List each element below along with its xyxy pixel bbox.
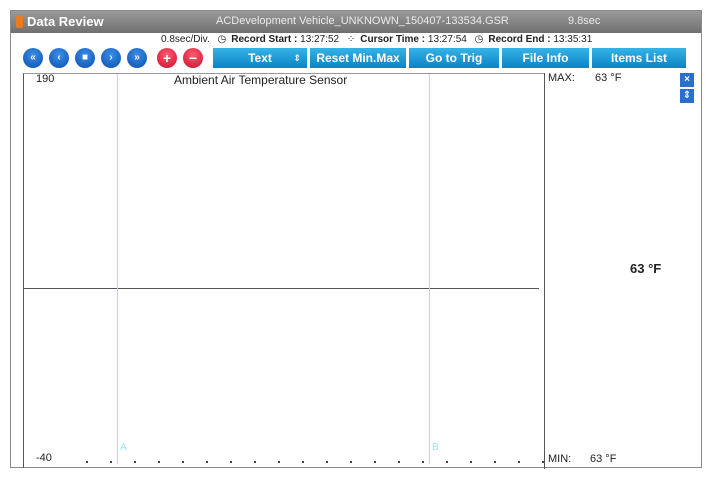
x-axis-tick <box>206 461 208 463</box>
close-icon[interactable]: × <box>680 73 694 87</box>
x-axis-tick <box>182 461 184 463</box>
app-logo-icon <box>16 16 23 28</box>
x-axis-tick <box>350 461 352 463</box>
record-start-icon: ◷ <box>217 34 227 45</box>
x-axis-tick <box>446 461 448 463</box>
data-review-window: Data Review ACDevelopment Vehicle_UNKNOW… <box>10 10 702 469</box>
current-value: 63 °F <box>630 261 662 276</box>
app-title: Data Review <box>27 14 104 29</box>
x-axis-tick <box>470 461 472 463</box>
x-axis-tick <box>494 461 496 463</box>
reset-min-max-button[interactable]: Reset Min.Max <box>310 48 406 68</box>
x-axis-tick <box>254 461 256 463</box>
cursor-time-icon: ⁘ <box>346 34 356 45</box>
signal-line <box>24 288 539 289</box>
cursor-time-value: 13:27:54 <box>427 34 467 45</box>
x-axis-tick <box>374 461 376 463</box>
cursor-b-line[interactable] <box>429 74 430 464</box>
cursor-time-label: Cursor Time : <box>360 34 426 45</box>
dropdown-arrows-icon: ⇕ <box>293 53 301 63</box>
record-info-row: 0.8sec/Div. ◷ Record Start : 13:27:52 ⁘ Cu… <box>161 34 597 45</box>
file-info-button[interactable]: File Info <box>502 48 589 68</box>
y-axis-min: -40 <box>36 452 52 464</box>
fast-forward-button[interactable]: » <box>127 48 147 68</box>
x-axis-tick <box>230 461 232 463</box>
x-axis-tick <box>134 461 136 463</box>
max-label: MAX: <box>548 72 575 84</box>
x-axis-tick <box>422 461 424 463</box>
x-axis-tick <box>86 461 88 463</box>
min-value: 63 °F <box>590 453 617 465</box>
text-dropdown-label: Text <box>248 51 272 65</box>
rewind-button[interactable]: « <box>23 48 43 68</box>
time-scale: 0.8sec/Div. <box>161 34 210 45</box>
text-dropdown[interactable]: Text ⇕ <box>213 48 307 68</box>
x-axis-tick <box>398 461 400 463</box>
record-end-icon: ◷ <box>474 34 484 45</box>
x-axis-tick <box>326 461 328 463</box>
x-axis-tick <box>158 461 160 463</box>
file-name: ACDevelopment Vehicle_UNKNOWN_150407-133… <box>216 15 509 27</box>
max-value: 63 °F <box>595 72 622 84</box>
sensor-graph[interactable]: 190 Ambient Air Temperature Sensor A B -… <box>23 73 544 468</box>
zoom-out-button[interactable]: − <box>183 48 203 68</box>
record-end-label: Record End : <box>488 34 551 45</box>
play-button[interactable]: › <box>101 48 121 68</box>
record-end-value: 13:35:31 <box>553 34 593 45</box>
value-panel: MAX: 63 °F 63 °F MIN: 63 °F <box>544 72 688 469</box>
graph-title: Ambient Air Temperature Sensor <box>174 73 348 87</box>
x-axis-tick <box>518 461 520 463</box>
zoom-in-button[interactable]: + <box>157 48 177 68</box>
cursor-b-label: B <box>432 442 439 453</box>
expand-icon[interactable]: ⇕ <box>680 89 694 103</box>
go-to-trig-button[interactable]: Go to Trig <box>409 48 499 68</box>
x-axis-tick <box>302 461 304 463</box>
items-list-button[interactable]: Items List <box>592 48 686 68</box>
record-start-label: Record Start : <box>231 34 298 45</box>
prev-button[interactable]: ‹ <box>49 48 69 68</box>
cursor-a-label: A <box>120 442 127 453</box>
y-axis-max: 190 <box>36 73 55 85</box>
title-bar: Data Review ACDevelopment Vehicle_UNKNOW… <box>11 11 701 33</box>
stop-button[interactable]: ■ <box>75 48 95 68</box>
x-axis-tick <box>278 461 280 463</box>
record-start-value: 13:27:52 <box>300 34 340 45</box>
min-label: MIN: <box>548 453 572 465</box>
record-duration: 9.8sec <box>568 15 601 27</box>
cursor-a-line[interactable] <box>117 74 118 464</box>
x-axis-tick <box>110 461 112 463</box>
